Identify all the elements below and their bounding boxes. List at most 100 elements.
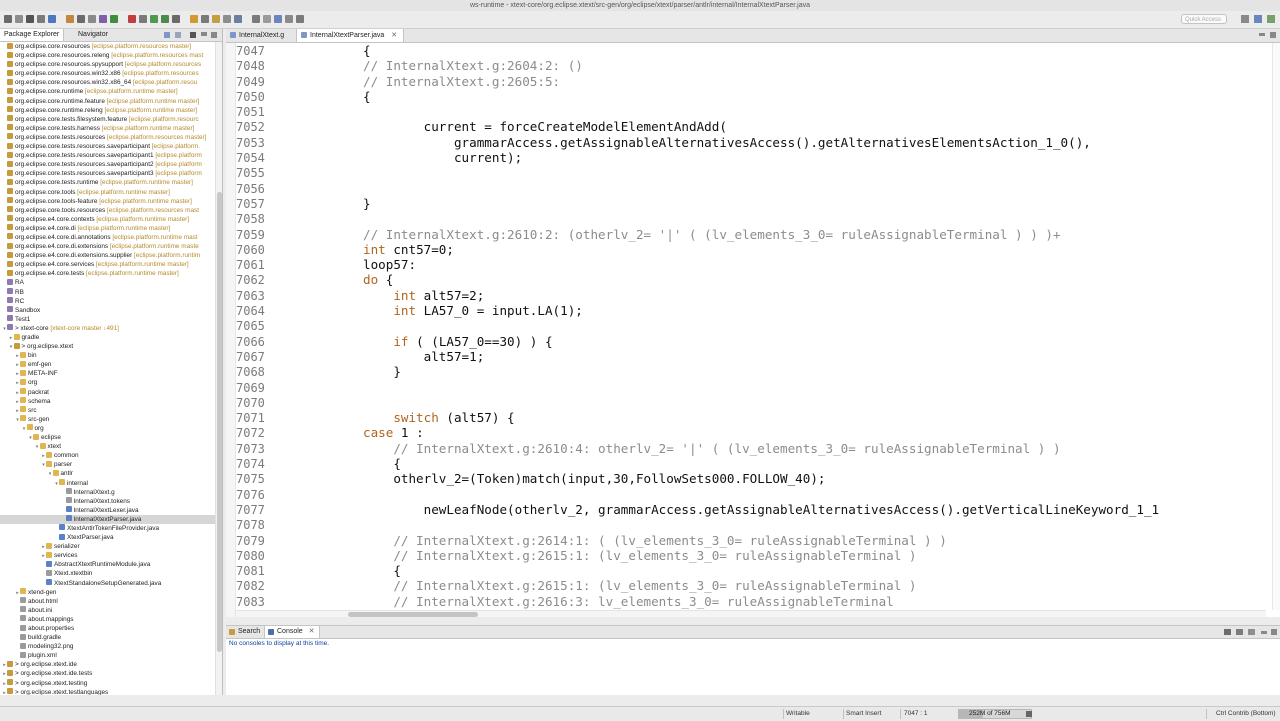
tree-item[interactable]: InternalXtextLexer.java (0, 506, 215, 515)
toolbar-action-icon[interactable] (88, 15, 96, 23)
tree-item[interactable]: org.eclipse.core.tests.resources [eclips… (0, 133, 215, 142)
link-editor-icon[interactable] (175, 32, 181, 38)
tree-item[interactable]: org.eclipse.core.resources.releng [eclip… (0, 51, 215, 60)
code-line[interactable]: 7076 (236, 487, 1266, 502)
tree-item[interactable]: org.eclipse.core.tools.resources [eclips… (0, 206, 215, 215)
tree-item[interactable]: org.eclipse.core.tests.resources.savepar… (0, 151, 215, 160)
tree-item[interactable]: about.mappings (0, 615, 215, 624)
code-line[interactable]: 7050 { (236, 89, 1266, 104)
tree-item[interactable]: ▸ > org.eclipse.xtext.ide (0, 660, 215, 669)
tree-item[interactable]: RB (0, 288, 215, 297)
maximize-icon[interactable] (211, 32, 217, 38)
toolbar-action-icon[interactable] (4, 15, 12, 23)
toolbar-action-icon[interactable] (139, 15, 147, 23)
tree-item[interactable]: ▸ xtend-gen (0, 588, 215, 597)
toolbar-action-icon[interactable] (15, 15, 23, 23)
tree-item[interactable]: Xtext.xtextbin (0, 569, 215, 578)
tree-item[interactable]: org.eclipse.core.runtime [eclipse.platfo… (0, 87, 215, 96)
code-line[interactable]: 7079 // InternalXtext.g:2614:1: ( (lv_el… (236, 533, 1266, 548)
open-console-icon[interactable] (1248, 629, 1255, 635)
code-line[interactable]: 7060 int cnt57=0; (236, 242, 1266, 257)
tab-navigator[interactable]: Navigator (74, 29, 112, 41)
code-line[interactable]: 7071 switch (alt57) { (236, 410, 1266, 425)
toolbar-action-icon[interactable] (263, 15, 271, 23)
code-line[interactable]: 7074 { (236, 456, 1266, 471)
tree-item[interactable]: org.eclipse.core.tests.harness [eclipse.… (0, 124, 215, 133)
tree-item[interactable]: plugin.xml (0, 651, 215, 660)
quick-access-input[interactable]: Quick Access (1181, 14, 1227, 24)
code-line[interactable]: 7055 (236, 165, 1266, 180)
debug-perspective-icon[interactable] (1267, 15, 1275, 23)
tree-item[interactable]: ▾ src-gen (0, 415, 215, 424)
code-line[interactable]: 7081 { (236, 563, 1266, 578)
tree-item[interactable]: ▸ META-INF (0, 369, 215, 378)
toolbar-action-icon[interactable] (99, 15, 107, 23)
toolbar-action-icon[interactable] (161, 15, 169, 23)
code-line[interactable]: 7061 loop57: (236, 257, 1266, 272)
tree-item[interactable]: ▸ serializer (0, 542, 215, 551)
code-line[interactable]: 7049 // InternalXtext.g:2605:5: (236, 74, 1266, 89)
editor-horizontal-scrollbar[interactable] (236, 610, 1266, 617)
code-line[interactable]: 7078 (236, 517, 1266, 532)
code-line[interactable]: 7065 (236, 318, 1266, 333)
tree-item[interactable]: org.eclipse.core.tests.runtime [eclipse.… (0, 178, 215, 187)
toolbar-action-icon[interactable] (172, 15, 180, 23)
tree-item[interactable]: ▸ src (0, 406, 215, 415)
tree-item[interactable]: Test1 (0, 315, 215, 324)
tree-item[interactable]: ▸ gradle (0, 333, 215, 342)
code-line[interactable]: 7063 int alt57=2; (236, 288, 1266, 303)
toolbar-action-icon[interactable] (77, 15, 85, 23)
tree-item[interactable]: ▸ bin (0, 351, 215, 360)
toolbar-action-icon[interactable] (128, 15, 136, 23)
display-console-icon[interactable] (1224, 629, 1231, 635)
tree-item[interactable]: ▾ > org.eclipse.xtext (0, 342, 215, 351)
toolbar-action-icon[interactable] (252, 15, 260, 23)
tab-internalxtext-g[interactable]: InternalXtext.g (226, 29, 290, 42)
code-line[interactable]: 7067 alt57=1; (236, 349, 1266, 364)
tree-item[interactable]: ▸ > org.eclipse.xtext.ide.tests (0, 669, 215, 678)
maximize-icon[interactable] (1270, 32, 1276, 38)
tab-search[interactable]: Search (226, 626, 264, 638)
code-line[interactable]: 7073 // InternalXtext.g:2610:4: otherlv_… (236, 441, 1266, 456)
tree-item[interactable]: ▾ > xtext-core [xtext-core master ↓491] (0, 324, 215, 333)
tree-item[interactable]: ▸ services (0, 551, 215, 560)
toolbar-action-icon[interactable] (223, 15, 231, 23)
tab-internalxtextparser-java[interactable]: InternalXtextParser.java ✕ (296, 29, 405, 42)
tree-item[interactable]: build.gradle (0, 633, 215, 642)
tree-item[interactable]: ▸ org (0, 378, 215, 387)
code-line[interactable]: 7053 grammarAccess.getAssignableAlternat… (236, 135, 1266, 150)
minimize-icon[interactable] (1259, 33, 1265, 36)
tree-item[interactable]: org.eclipse.e4.core.contexts [eclipse.pl… (0, 215, 215, 224)
tree-item[interactable]: about.properties (0, 624, 215, 633)
code-line[interactable]: 7062 do { (236, 272, 1266, 287)
code-area[interactable]: 7047 {7048 // InternalXtext.g:2604:2: ()… (236, 43, 1266, 610)
tree-item[interactable]: RA (0, 278, 215, 287)
code-line[interactable]: 7059 // InternalXtext.g:2610:2: (otherlv… (236, 227, 1266, 242)
code-line[interactable]: 7048 // InternalXtext.g:2604:2: () (236, 58, 1266, 73)
tree-item[interactable]: ▾ antlr (0, 469, 215, 478)
code-line[interactable]: 7072 case 1 : (236, 425, 1266, 440)
tree-item[interactable]: InternalXtext.tokens (0, 497, 215, 506)
toolbar-action-icon[interactable] (274, 15, 282, 23)
code-line[interactable]: 7057 } (236, 196, 1266, 211)
close-icon[interactable]: ✕ (391, 32, 397, 39)
tree-item[interactable]: ▾ org (0, 424, 215, 433)
overview-ruler[interactable] (1272, 43, 1280, 610)
toolbar-action-icon[interactable] (150, 15, 158, 23)
code-line[interactable]: 7051 (236, 104, 1266, 119)
code-line[interactable]: 7064 int LA57_0 = input.LA(1); (236, 303, 1266, 318)
tree-item[interactable]: org.eclipse.core.tools [eclipse.platform… (0, 188, 215, 197)
tree-item[interactable]: org.eclipse.core.runtime.feature [eclips… (0, 97, 215, 106)
toolbar-action-icon[interactable] (26, 15, 34, 23)
tree-item[interactable]: org.eclipse.core.tools-feature [eclipse.… (0, 197, 215, 206)
tree-item[interactable]: ▸ schema (0, 397, 215, 406)
minimize-icon[interactable] (201, 32, 207, 36)
status-insert-mode[interactable]: Smart Insert (846, 707, 881, 721)
tab-console[interactable]: Console ✕ (264, 626, 320, 638)
code-line[interactable]: 7068 } (236, 364, 1266, 379)
tree-item[interactable]: RC (0, 297, 215, 306)
tree-item[interactable]: ▸ emf-gen (0, 360, 215, 369)
tree-item[interactable]: XtextStandaloneSetupGenerated.java (0, 579, 215, 588)
tree-item[interactable]: org.eclipse.core.runtime.releng [eclipse… (0, 106, 215, 115)
tree-item[interactable]: org.eclipse.core.resources.win32.x86_64 … (0, 78, 215, 87)
